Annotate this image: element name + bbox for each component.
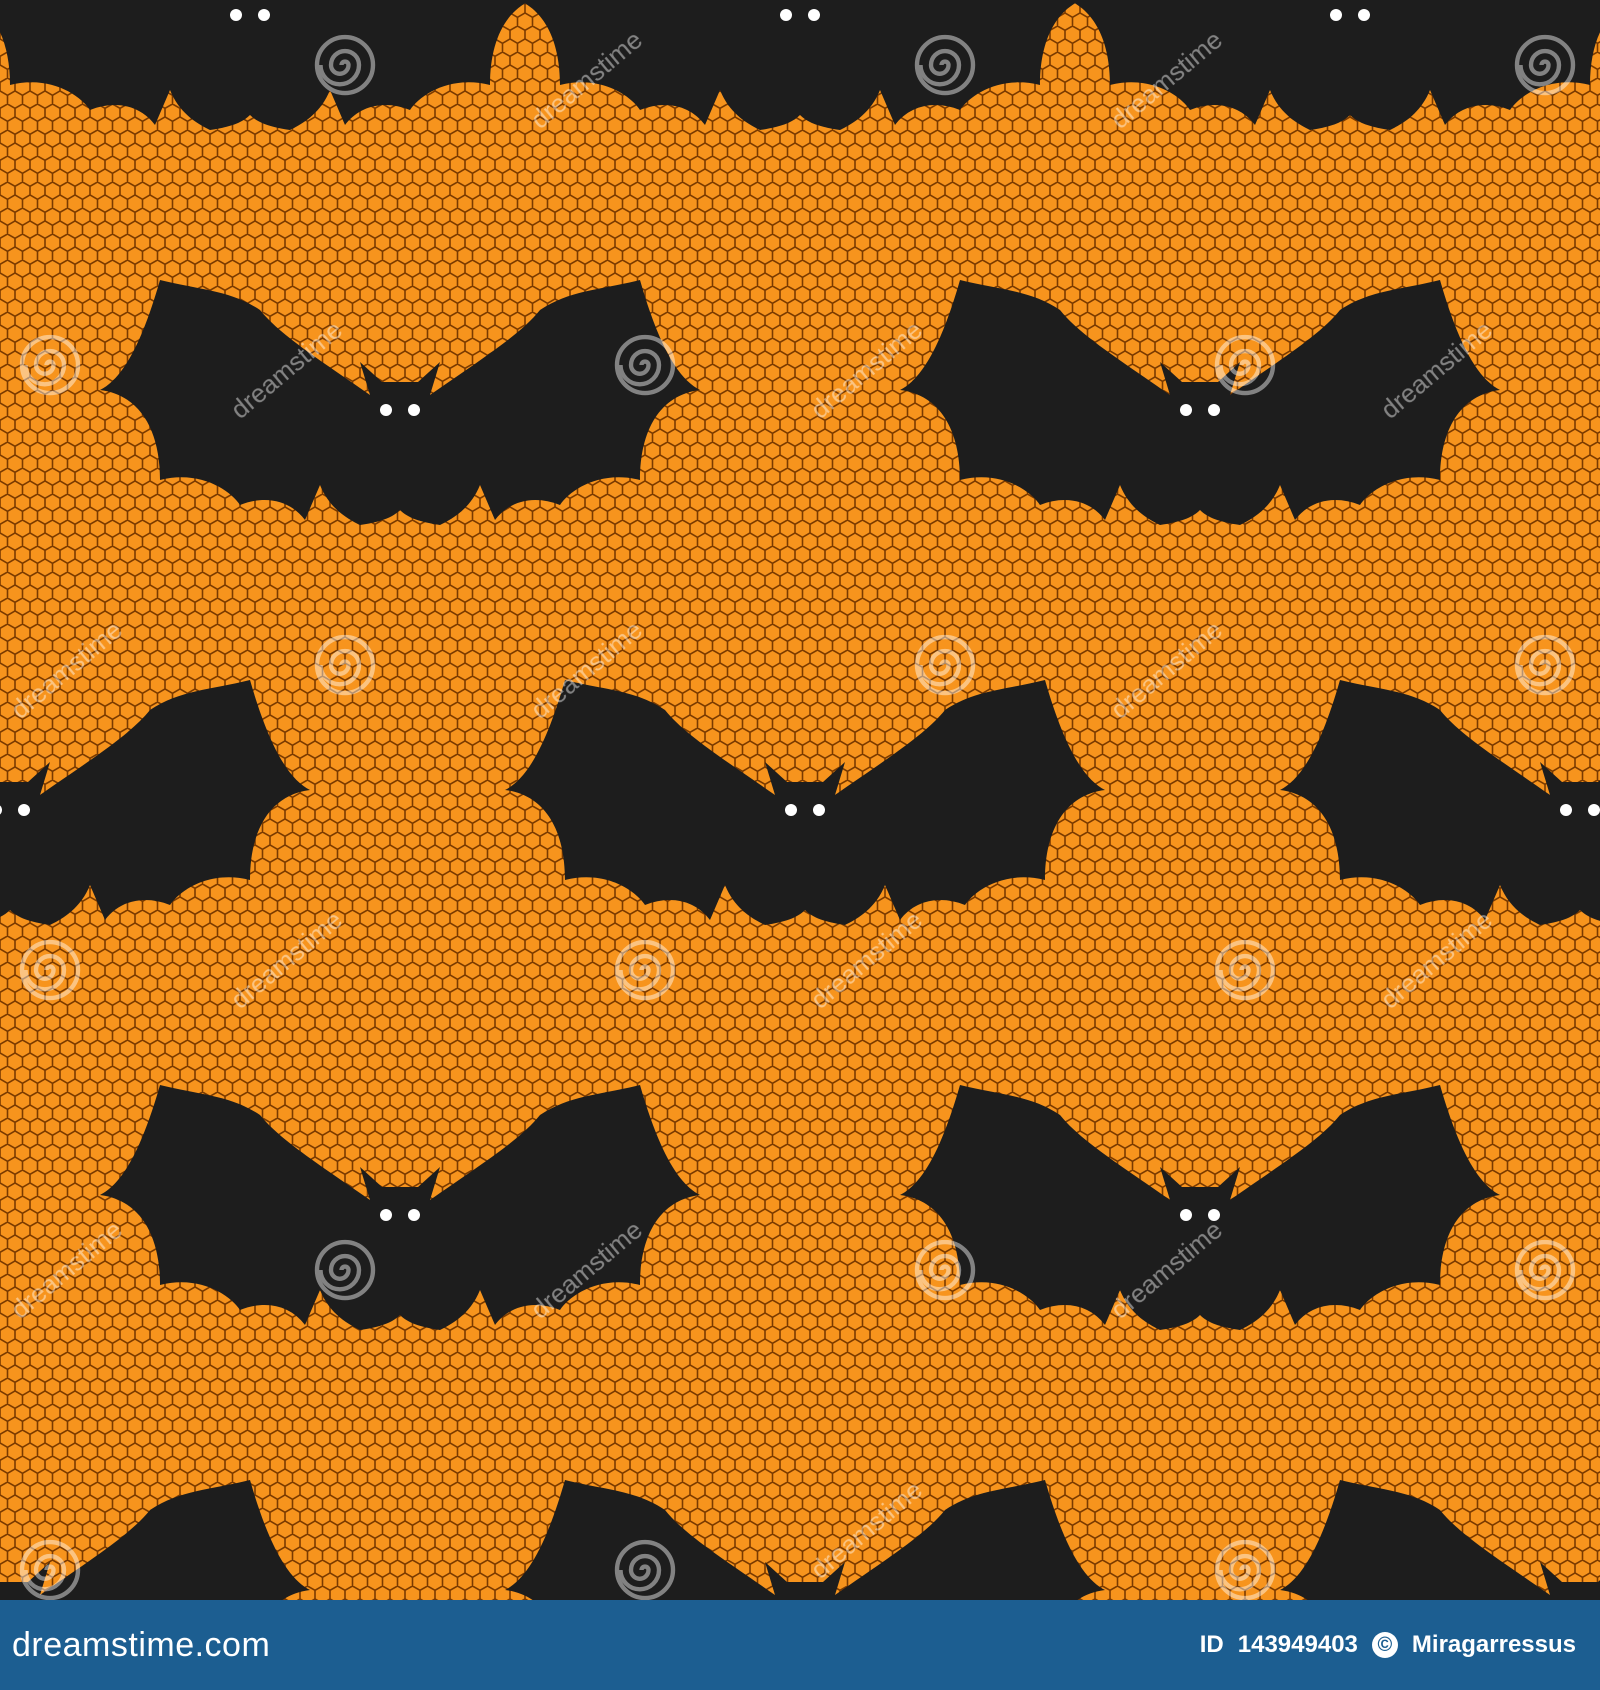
bat-row-top xyxy=(0,0,1600,130)
dreamstime-brand[interactable]: dreamstime.com xyxy=(12,1626,270,1665)
id-value: 143949403 xyxy=(1237,1631,1358,1658)
copyright-icon: © xyxy=(1371,1632,1398,1658)
id-label: ID xyxy=(1199,1631,1224,1658)
image-meta: ID 143949403 © Miragarressus xyxy=(1200,1631,1576,1659)
stock-footer-bar: dreamstime.com ID 143949403 © Miragarres… xyxy=(0,1600,1600,1690)
author-name[interactable]: Miragarressus xyxy=(1412,1631,1576,1659)
bat-pattern-artwork: dreamstime dreamstime dreamstime dreamst… xyxy=(0,0,1600,1600)
